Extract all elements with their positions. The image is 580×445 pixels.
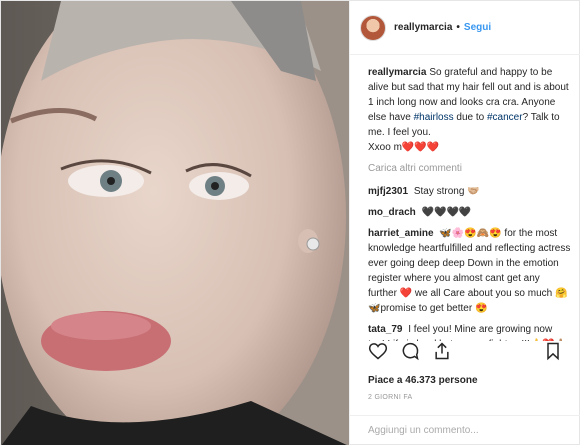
comment-username[interactable]: mjfj2301 — [368, 186, 408, 197]
caption-text-part: due to — [453, 112, 487, 123]
comment-icon[interactable] — [400, 341, 420, 361]
comments-list[interactable]: reallymarcia So grateful and happy to be … — [350, 55, 580, 341]
comment-item: tata_79 I feel you! Mine are growing now… — [368, 322, 571, 341]
avatar[interactable] — [360, 14, 386, 41]
post-side-panel: reallymarcia • Segui reallymarcia So grat… — [349, 1, 580, 445]
comment-item: mjfj2301 Stay strong 🤝🏼 — [368, 184, 571, 199]
add-comment-input[interactable]: Aggiungi un commento... — [350, 415, 580, 445]
caption-signoff: Xxoo m❤️❤️❤️ — [368, 142, 440, 153]
caption-username[interactable]: reallymarcia — [368, 67, 426, 78]
caption: reallymarcia So grateful and happy to be … — [368, 65, 571, 155]
bookmark-icon[interactable] — [543, 341, 563, 361]
instagram-post: reallymarcia • Segui reallymarcia So grat… — [0, 0, 580, 445]
comment-username[interactable]: tata_79 — [368, 324, 402, 335]
comment-item: mo_drach 🖤🖤🖤🖤 — [368, 205, 571, 220]
heart-icon[interactable] — [368, 341, 388, 361]
comment-username[interactable]: mo_drach — [368, 207, 416, 218]
separator-dot: • — [456, 22, 460, 33]
comment-username[interactable]: harriet_amine — [368, 228, 434, 239]
load-more-comments[interactable]: Carica altri commenti — [368, 161, 571, 176]
comment-text: 🖤🖤🖤🖤 — [421, 207, 472, 218]
post-photo[interactable] — [1, 1, 349, 445]
author-username[interactable]: reallymarcia — [394, 22, 452, 33]
likes-count[interactable]: Piace a 46.373 persone — [368, 375, 478, 386]
share-icon[interactable] — [432, 341, 452, 361]
post-photo-image — [1, 1, 349, 445]
action-bar — [350, 341, 580, 361]
hashtag-link[interactable]: #hairloss — [414, 112, 454, 123]
comment-text: 🦋🌸😍🙈😍 for the most knowledge heartfulfil… — [368, 228, 571, 314]
post-timestamp[interactable]: 2 giorni fa — [368, 394, 413, 401]
comment-item: harriet_amine 🦋🌸😍🙈😍 for the most knowled… — [368, 226, 571, 316]
comment-text: Stay strong 🤝🏼 — [413, 186, 480, 197]
follow-button[interactable]: Segui — [464, 22, 491, 33]
post-header: reallymarcia • Segui — [350, 1, 580, 55]
hashtag-link[interactable]: #cancer — [487, 112, 523, 123]
